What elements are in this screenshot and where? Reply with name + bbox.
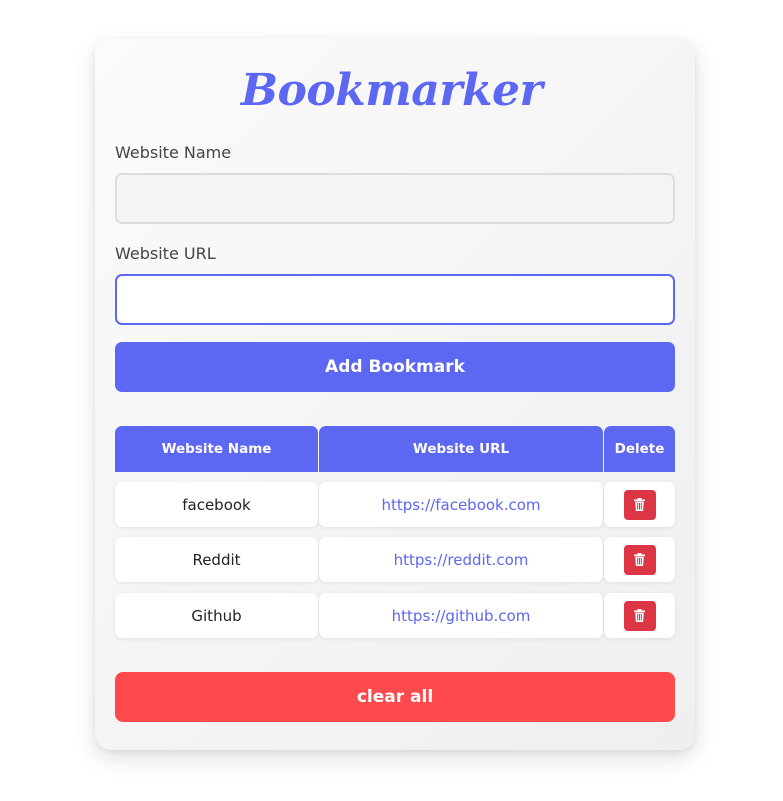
table-row-url-cell: https://reddit.com bbox=[319, 537, 603, 582]
header-website-name: Website Name bbox=[115, 426, 318, 472]
table-row-delete-cell bbox=[604, 593, 675, 638]
website-url-input[interactable] bbox=[115, 274, 675, 325]
table-row-delete-cell bbox=[604, 482, 675, 527]
add-bookmark-button[interactable]: Add Bookmark bbox=[115, 342, 675, 392]
table-row-url-cell: https://facebook.com bbox=[319, 482, 603, 527]
delete-button[interactable] bbox=[623, 600, 656, 631]
trash-icon bbox=[634, 498, 645, 511]
table-row-url-cell: https://github.com bbox=[319, 593, 603, 638]
table-row-delete-cell bbox=[604, 537, 675, 582]
bookmark-link[interactable]: https://reddit.com bbox=[394, 551, 529, 569]
delete-button[interactable] bbox=[623, 544, 656, 575]
app-title: Bookmarker bbox=[240, 65, 543, 116]
table-row-name: Github bbox=[115, 593, 318, 638]
delete-button[interactable] bbox=[623, 489, 656, 520]
trash-icon bbox=[634, 609, 645, 622]
clear-all-button[interactable]: clear all bbox=[115, 672, 675, 722]
header-website-url: Website URL bbox=[319, 426, 603, 472]
website-name-input[interactable] bbox=[115, 173, 675, 224]
table-row-name: facebook bbox=[115, 482, 318, 527]
bookmark-link[interactable]: https://github.com bbox=[392, 607, 531, 625]
trash-icon bbox=[634, 553, 645, 566]
table-row-name: Reddit bbox=[115, 537, 318, 582]
bookmark-link[interactable]: https://facebook.com bbox=[381, 496, 540, 514]
website-name-label: Website Name bbox=[115, 143, 232, 162]
header-delete: Delete bbox=[604, 426, 675, 472]
website-url-label: Website URL bbox=[115, 244, 216, 263]
